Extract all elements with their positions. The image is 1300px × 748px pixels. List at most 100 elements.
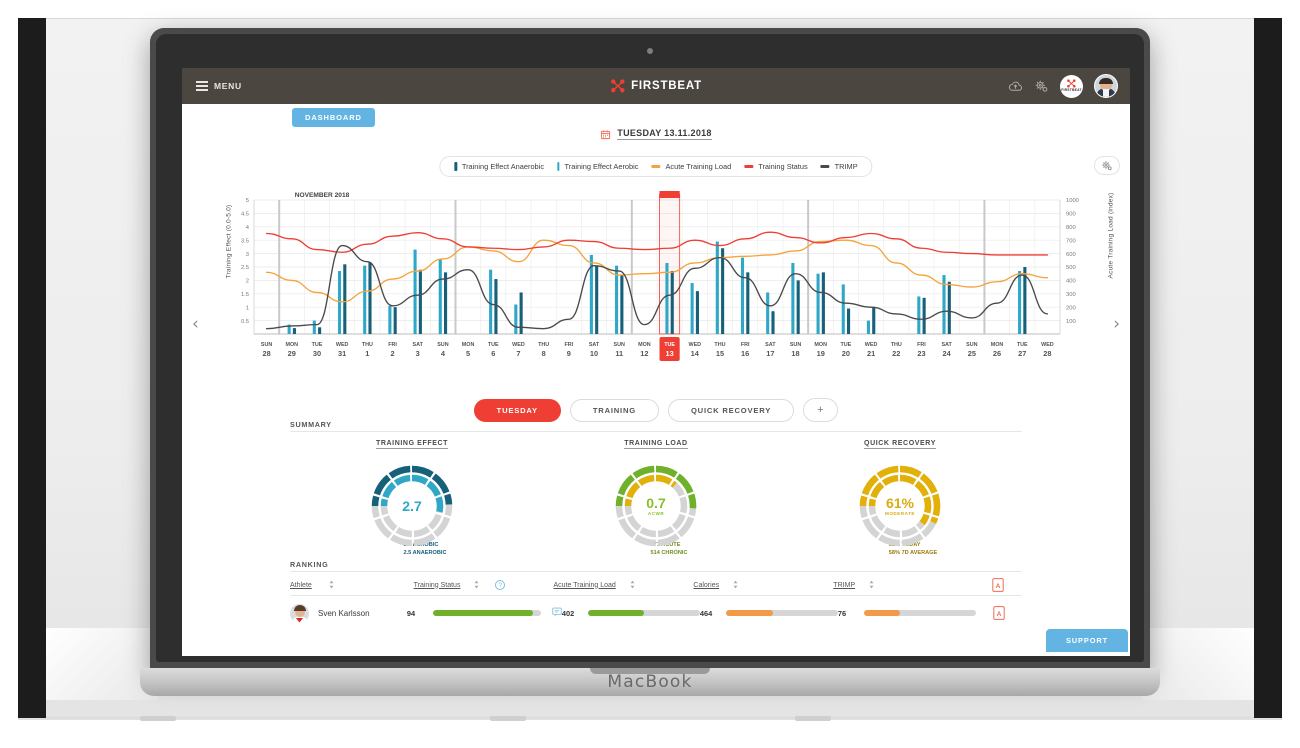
tab-training[interactable]: TRAINING: [569, 398, 659, 422]
chart-xtick-day[interactable]: 21: [867, 349, 875, 358]
chart-bar-anaerobic[interactable]: [620, 275, 624, 334]
chart-xtick-day[interactable]: 25: [968, 349, 976, 358]
chart-canvas[interactable]: NOVEMBER 2018 0.5 1 1.5 2 2.5 3 3.5 4 4.5 5 100 200 3…: [182, 186, 1130, 386]
chart-xtick-dow[interactable]: FRI: [388, 342, 397, 348]
add-tab-button[interactable]: +: [803, 398, 839, 422]
chart-xtick-day[interactable]: 15: [716, 349, 724, 358]
athlete-name[interactable]: Sven Karlsson: [318, 609, 370, 618]
chart-bar-aerobic[interactable]: [690, 283, 694, 334]
chart-xtick-dow[interactable]: WED: [336, 342, 349, 348]
tab-quick-recovery[interactable]: QUICK RECOVERY: [667, 398, 795, 422]
chart-xtick-day[interactable]: 1: [365, 349, 369, 358]
chart-bar-anaerobic[interactable]: [368, 262, 372, 334]
chart-bar-aerobic[interactable]: [740, 257, 745, 334]
chart-bar-anaerobic[interactable]: [418, 269, 422, 334]
chart-xtick-dow[interactable]: FRI: [917, 342, 926, 348]
chart-bar-aerobic[interactable]: [917, 296, 921, 334]
export-pdf-icon[interactable]: A: [973, 578, 1022, 592]
column-header-calories[interactable]: Calories: [693, 580, 833, 591]
chart-xtick-day[interactable]: 31: [338, 349, 346, 358]
dashboard-tab[interactable]: DASHBOARD: [292, 108, 375, 127]
chart-xtick-day[interactable]: 2: [390, 349, 394, 358]
summary-card-title[interactable]: TRAINING LOAD: [624, 440, 688, 449]
chart-bar-aerobic[interactable]: [715, 241, 719, 334]
chart-xtick-day[interactable]: 27: [1018, 349, 1026, 358]
chart-bar-aerobic[interactable]: [514, 304, 518, 334]
chart-bar-aerobic[interactable]: [388, 305, 392, 334]
chart-xtick-dow[interactable]: TUE: [841, 342, 852, 348]
chart-bar-anaerobic[interactable]: [872, 307, 876, 334]
chart-xtick-day[interactable]: 22: [892, 349, 900, 358]
chart-xtick-dow[interactable]: SAT: [413, 342, 424, 348]
chart-xtick-day[interactable]: 8: [542, 349, 546, 358]
chart-bar-aerobic[interactable]: [337, 271, 342, 334]
chart-xtick-dow[interactable]: TUE: [312, 342, 323, 348]
chart-xtick-dow[interactable]: SAT: [589, 342, 600, 348]
chart-bar-anaerobic[interactable]: [695, 291, 699, 334]
chart-bar-aerobic[interactable]: [438, 258, 442, 334]
sort-icon[interactable]: [732, 580, 739, 589]
avatar[interactable]: [290, 603, 309, 623]
chart-bar-aerobic[interactable]: [615, 265, 619, 334]
column-sort-button[interactable]: [328, 580, 335, 591]
column-sort-button[interactable]: [473, 580, 480, 591]
chart-bar-aerobic[interactable]: [665, 262, 669, 334]
chart-xtick-day[interactable]: 28: [262, 349, 270, 358]
chart-xtick-dow[interactable]: SUN: [261, 342, 272, 348]
chart-bar-anaerobic[interactable]: [796, 280, 800, 334]
settings-gears-icon[interactable]: [1034, 79, 1049, 94]
chart-xtick-day[interactable]: 14: [691, 349, 700, 358]
chart-bar-anaerobic[interactable]: [494, 279, 498, 334]
comment-icon[interactable]: [552, 604, 562, 622]
chart-xtick-dow[interactable]: SUN: [966, 342, 977, 348]
table-row[interactable]: Sven Karlsson 94 402 464 76 A: [290, 599, 1022, 627]
pdf-download-icon[interactable]: A: [976, 606, 1022, 620]
chart-bar-aerobic[interactable]: [841, 284, 845, 334]
column-header-label[interactable]: Training Status: [414, 582, 461, 589]
chart-xtick-day[interactable]: 16: [741, 349, 749, 358]
chart-xtick-dow[interactable]: WED: [865, 342, 878, 348]
chart-bar-anaerobic[interactable]: [670, 271, 674, 334]
summary-card-title[interactable]: QUICK RECOVERY: [864, 440, 936, 449]
support-button[interactable]: SUPPORT: [1045, 629, 1128, 652]
chart-xtick-dow[interactable]: TUE: [1017, 342, 1028, 348]
firstbeat-badge-icon[interactable]: FIRSTBEAT: [1060, 74, 1083, 98]
chart-xtick-day[interactable]: 4: [441, 349, 446, 358]
legend-item-4[interactable]: TRIMP: [820, 162, 858, 171]
date-selector[interactable]: TUESDAY 13.11.2018: [182, 128, 1130, 140]
column-header-label[interactable]: Acute Training Load: [554, 582, 616, 589]
donut-chart[interactable]: 61% MODERATE: [856, 462, 944, 550]
legend-item-1[interactable]: Training Effect Aerobic: [557, 162, 638, 171]
chart-bar-anaerobic[interactable]: [847, 308, 851, 334]
chart-prev-button[interactable]: ‹: [192, 314, 199, 334]
chart-xtick-day[interactable]: 7: [516, 349, 520, 358]
chart-bar-anaerobic[interactable]: [771, 311, 775, 334]
chart-xtick-dow[interactable]: SUN: [790, 342, 801, 348]
sort-icon[interactable]: [629, 580, 636, 589]
chart-bar-aerobic[interactable]: [363, 265, 367, 334]
chart-xtick-day[interactable]: 12: [640, 349, 648, 358]
chart-bar-anaerobic[interactable]: [746, 272, 750, 334]
chart-bar-aerobic[interactable]: [866, 320, 870, 334]
user-avatar-icon[interactable]: [1094, 74, 1118, 98]
chart-xtick-day[interactable]: 13: [665, 349, 673, 358]
tab-tuesday[interactable]: TUESDAY: [473, 398, 561, 422]
chart-xtick-day[interactable]: 20: [842, 349, 850, 358]
column-sort-button[interactable]: [868, 580, 875, 591]
chart-xtick-day[interactable]: 6: [491, 349, 495, 358]
column-header-athlete[interactable]: Athlete: [290, 580, 414, 591]
chart-xtick-dow[interactable]: WED: [512, 342, 525, 348]
chart-xtick-day[interactable]: 17: [766, 349, 774, 358]
chart-bar-aerobic[interactable]: [413, 249, 417, 334]
column-header-label[interactable]: TRIMP: [833, 582, 855, 589]
sort-icon[interactable]: [868, 580, 875, 589]
chart-xtick-dow[interactable]: THU: [891, 342, 902, 348]
chart-xtick-dow[interactable]: MON: [814, 342, 827, 348]
chart-xtick-dow[interactable]: TUE: [488, 342, 499, 348]
column-sort-button[interactable]: [732, 580, 739, 591]
chart-xtick-dow[interactable]: SAT: [765, 342, 776, 348]
legend-item-0[interactable]: Training Effect Anaerobic: [454, 162, 544, 171]
chart-bar-aerobic[interactable]: [489, 269, 493, 334]
chart-xtick-dow[interactable]: SUN: [614, 342, 625, 348]
chart-xtick-day[interactable]: 18: [791, 349, 799, 358]
